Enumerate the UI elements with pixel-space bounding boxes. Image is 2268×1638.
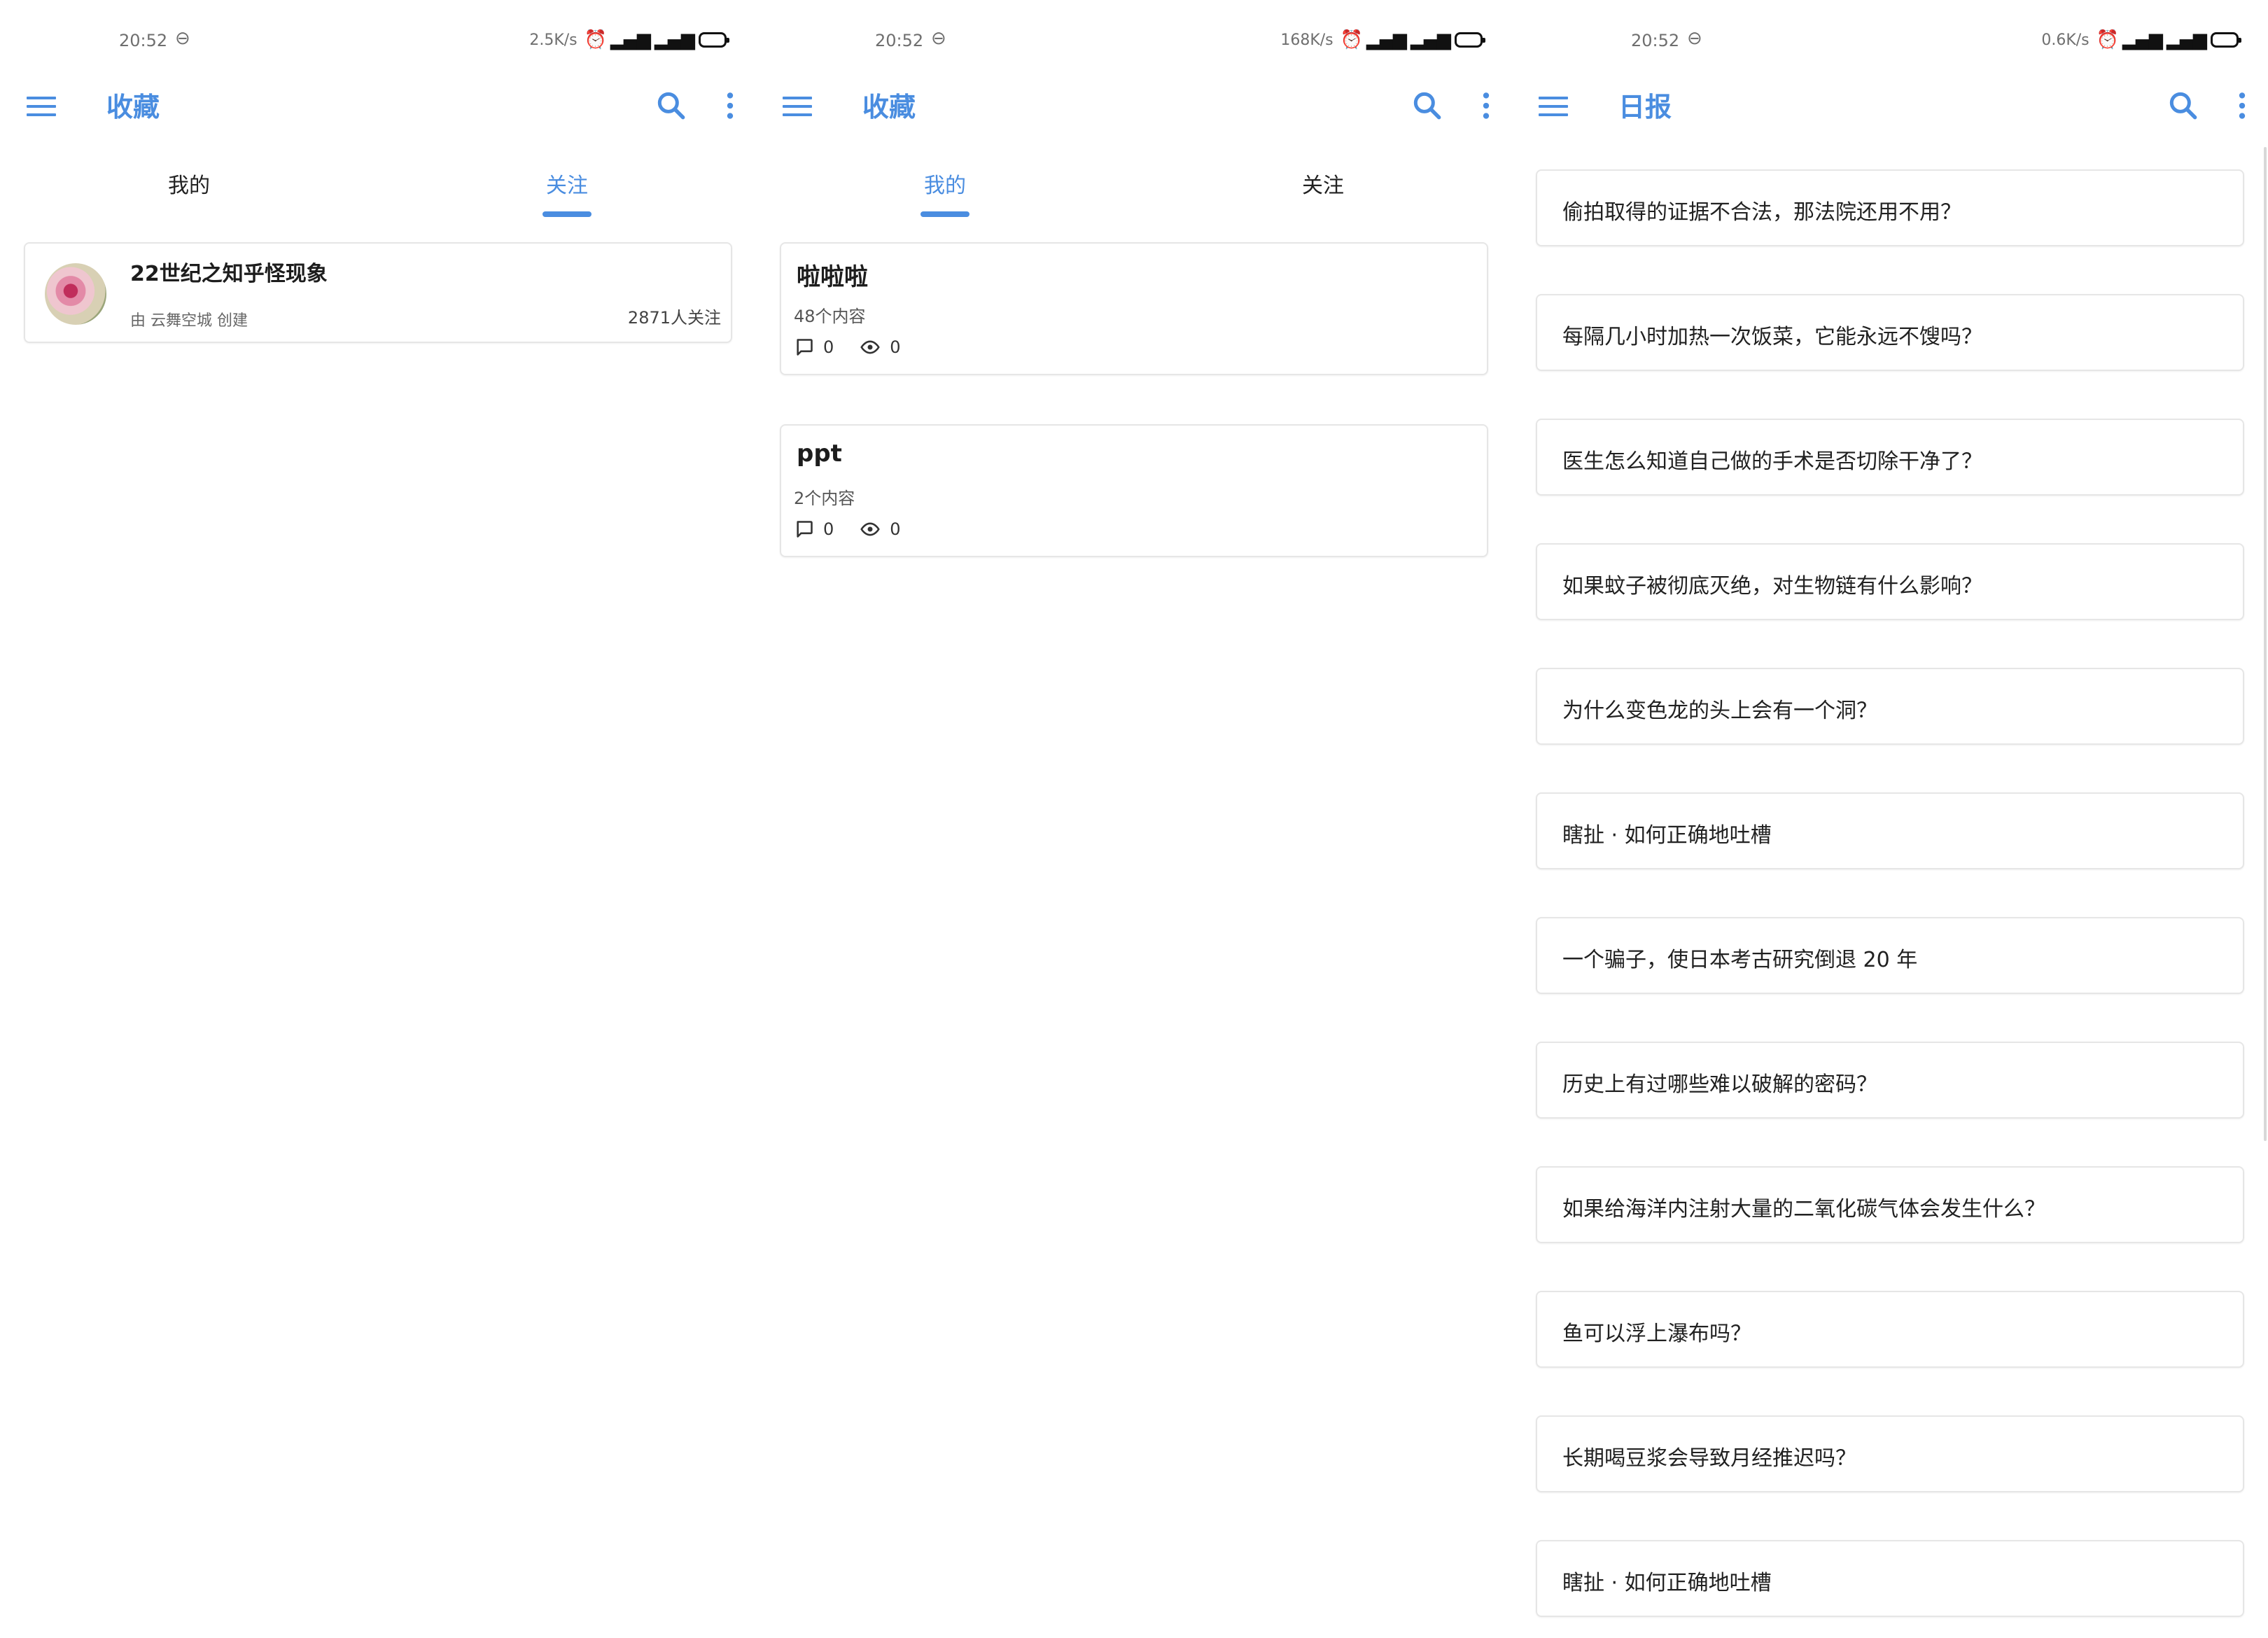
tab-bar: 我的 关注 [0, 158, 756, 221]
app-bar: 收藏 [756, 77, 1512, 133]
collection-creator: 由 云舞空城 创建 [130, 312, 248, 330]
view-count: 0 [890, 519, 901, 539]
tab-following[interactable]: 关注 [378, 168, 756, 199]
story-title: 瞎扯 · 如何正确地吐槽 [1562, 823, 1772, 848]
status-bar: 20:52 ⊖ 0.6K/s ⏰ ▂▄▆ ▂▄▆ [1512, 25, 2268, 59]
story-title: 长期喝豆浆会导致月经推迟吗？ [1562, 1446, 1856, 1471]
daily-story-card[interactable]: 瞎扯 · 如何正确地吐槽 [1536, 792, 2244, 869]
followed-collection-card[interactable]: 22世纪之知乎怪现象 由 云舞空城 创建 2871人关注 [24, 242, 732, 343]
tab-indicator [542, 211, 592, 217]
daily-story-card[interactable]: 如果蚊子被彻底灭绝，对生物链有什么影响？ [1536, 543, 2244, 620]
search-icon[interactable] [1410, 88, 1445, 123]
story-title: 医生怎么知道自己做的手术是否切除干净了？ [1562, 449, 1982, 474]
status-time: 20:52 [119, 31, 168, 50]
screen-favorites-following: 20:52 ⊖ 2.5K/s ⏰ ▂▄▆ ▂▄▆ 收藏 我的 关注 22世纪之知… [0, 0, 756, 1638]
app-bar: 日报 [1512, 77, 2268, 133]
daily-story-card[interactable]: 为什么变色龙的头上会有一个洞？ [1536, 668, 2244, 745]
tab-following[interactable]: 关注 [1134, 168, 1512, 199]
collection-card[interactable]: 啦啦啦 48个内容 0 0 [780, 242, 1488, 375]
tab-indicator [920, 211, 969, 217]
page-title: 日报 [1618, 92, 1672, 122]
link-icon: ⊖ [1687, 28, 1702, 49]
daily-story-card[interactable]: 如果给海洋内注射大量的二氧化碳气体会发生什么？ [1536, 1166, 2244, 1243]
link-icon: ⊖ [931, 28, 946, 49]
collection-item-count: 2个内容 [794, 489, 855, 508]
tab-mine[interactable]: 我的 [0, 168, 378, 199]
signal-icon: ▂▄▆ [610, 29, 651, 50]
story-title: 一个骗子，使日本考古研究倒退 20 年 [1562, 948, 1918, 972]
search-icon[interactable] [654, 88, 689, 123]
menu-icon[interactable] [783, 97, 812, 118]
signal-icon: ▂▄▆ [2122, 29, 2163, 50]
comment-count: 0 [823, 337, 834, 357]
page-title: 收藏 [106, 92, 160, 122]
collection-title: 22世纪之知乎怪现象 [130, 262, 328, 286]
daily-story-card[interactable]: 医生怎么知道自己做的手术是否切除干净了？ [1536, 419, 2244, 496]
more-options-icon[interactable] [713, 88, 748, 123]
menu-icon[interactable] [27, 97, 56, 118]
daily-story-card[interactable]: 每隔几小时加热一次饭菜，它能永远不馊吗？ [1536, 294, 2244, 371]
daily-story-card[interactable]: 历史上有过哪些难以破解的密码？ [1536, 1042, 2244, 1119]
tab-bar: 我的 关注 [756, 158, 1512, 221]
alarm-icon: ⏰ [1340, 29, 1363, 50]
battery-icon [1455, 32, 1485, 48]
status-time: 20:52 [1631, 31, 1680, 50]
collection-card[interactable]: ppt 2个内容 0 0 [780, 424, 1488, 557]
status-time: 20:52 [875, 31, 924, 50]
more-options-icon[interactable] [1469, 88, 1504, 123]
more-options-icon[interactable] [2225, 88, 2260, 123]
avatar [45, 263, 106, 325]
story-title: 为什么变色龙的头上会有一个洞？ [1562, 699, 1877, 723]
status-bar: 20:52 ⊖ 2.5K/s ⏰ ▂▄▆ ▂▄▆ [0, 25, 756, 59]
story-title: 偷拍取得的证据不合法，那法院还用不用？ [1562, 200, 1961, 225]
menu-icon[interactable] [1539, 97, 1568, 118]
alarm-icon: ⏰ [2096, 29, 2119, 50]
collection-title: ppt [797, 440, 842, 468]
page-title: 收藏 [862, 92, 916, 122]
tab-mine[interactable]: 我的 [756, 168, 1134, 199]
daily-story-card[interactable]: 一个骗子，使日本考古研究倒退 20 年 [1536, 917, 2244, 994]
signal-icon-2: ▂▄▆ [2166, 29, 2207, 50]
story-title: 如果蚊子被彻底灭绝，对生物链有什么影响？ [1562, 574, 1982, 598]
battery-icon [699, 32, 729, 48]
collection-item-count: 48个内容 [794, 307, 866, 326]
daily-story-card[interactable]: 鱼可以浮上瀑布吗？ [1536, 1291, 2244, 1368]
story-title: 历史上有过哪些难以破解的密码？ [1562, 1072, 1877, 1097]
alarm-icon: ⏰ [584, 29, 607, 50]
signal-icon-2: ▂▄▆ [654, 29, 695, 50]
status-bar: 20:52 ⊖ 168K/s ⏰ ▂▄▆ ▂▄▆ [756, 25, 1512, 59]
story-title: 如果给海洋内注射大量的二氧化碳气体会发生什么？ [1562, 1197, 2045, 1222]
story-title: 鱼可以浮上瀑布吗？ [1562, 1322, 1751, 1346]
story-title: 每隔几小时加热一次饭菜，它能永远不馊吗？ [1562, 325, 1982, 349]
app-bar: 收藏 [0, 77, 756, 133]
network-speed: 168K/s [1280, 31, 1334, 49]
eye-icon [860, 340, 881, 354]
story-title: 瞎扯 · 如何正确地吐槽 [1562, 1571, 1772, 1595]
signal-icon: ▂▄▆ [1366, 29, 1407, 50]
follower-count: 2871人关注 [627, 308, 721, 328]
battery-icon [2211, 32, 2241, 48]
scrollbar[interactable] [2264, 147, 2267, 1141]
signal-icon-2: ▂▄▆ [1410, 29, 1451, 50]
comment-icon [797, 339, 813, 356]
daily-story-card[interactable]: 长期喝豆浆会导致月经推迟吗？ [1536, 1415, 2244, 1492]
screen-favorites-mine: 20:52 ⊖ 168K/s ⏰ ▂▄▆ ▂▄▆ 收藏 我的 关注 啦啦啦 48… [756, 0, 1512, 1638]
search-icon[interactable] [2166, 88, 2201, 123]
eye-icon [860, 522, 881, 536]
network-speed: 0.6K/s [2041, 31, 2090, 49]
daily-story-card[interactable]: 偷拍取得的证据不合法，那法院还用不用？ [1536, 169, 2244, 246]
network-speed: 2.5K/s [529, 31, 578, 49]
view-count: 0 [890, 337, 901, 357]
link-icon: ⊖ [175, 28, 190, 49]
daily-story-card[interactable]: 瞎扯 · 如何正确地吐槽 [1536, 1540, 2244, 1617]
comment-icon [797, 521, 813, 538]
collection-title: 啦啦啦 [797, 263, 868, 291]
comment-count: 0 [823, 519, 834, 539]
screen-daily: 20:52 ⊖ 0.6K/s ⏰ ▂▄▆ ▂▄▆ 日报 偷拍取得的证据不合法，那… [1512, 0, 2268, 1638]
